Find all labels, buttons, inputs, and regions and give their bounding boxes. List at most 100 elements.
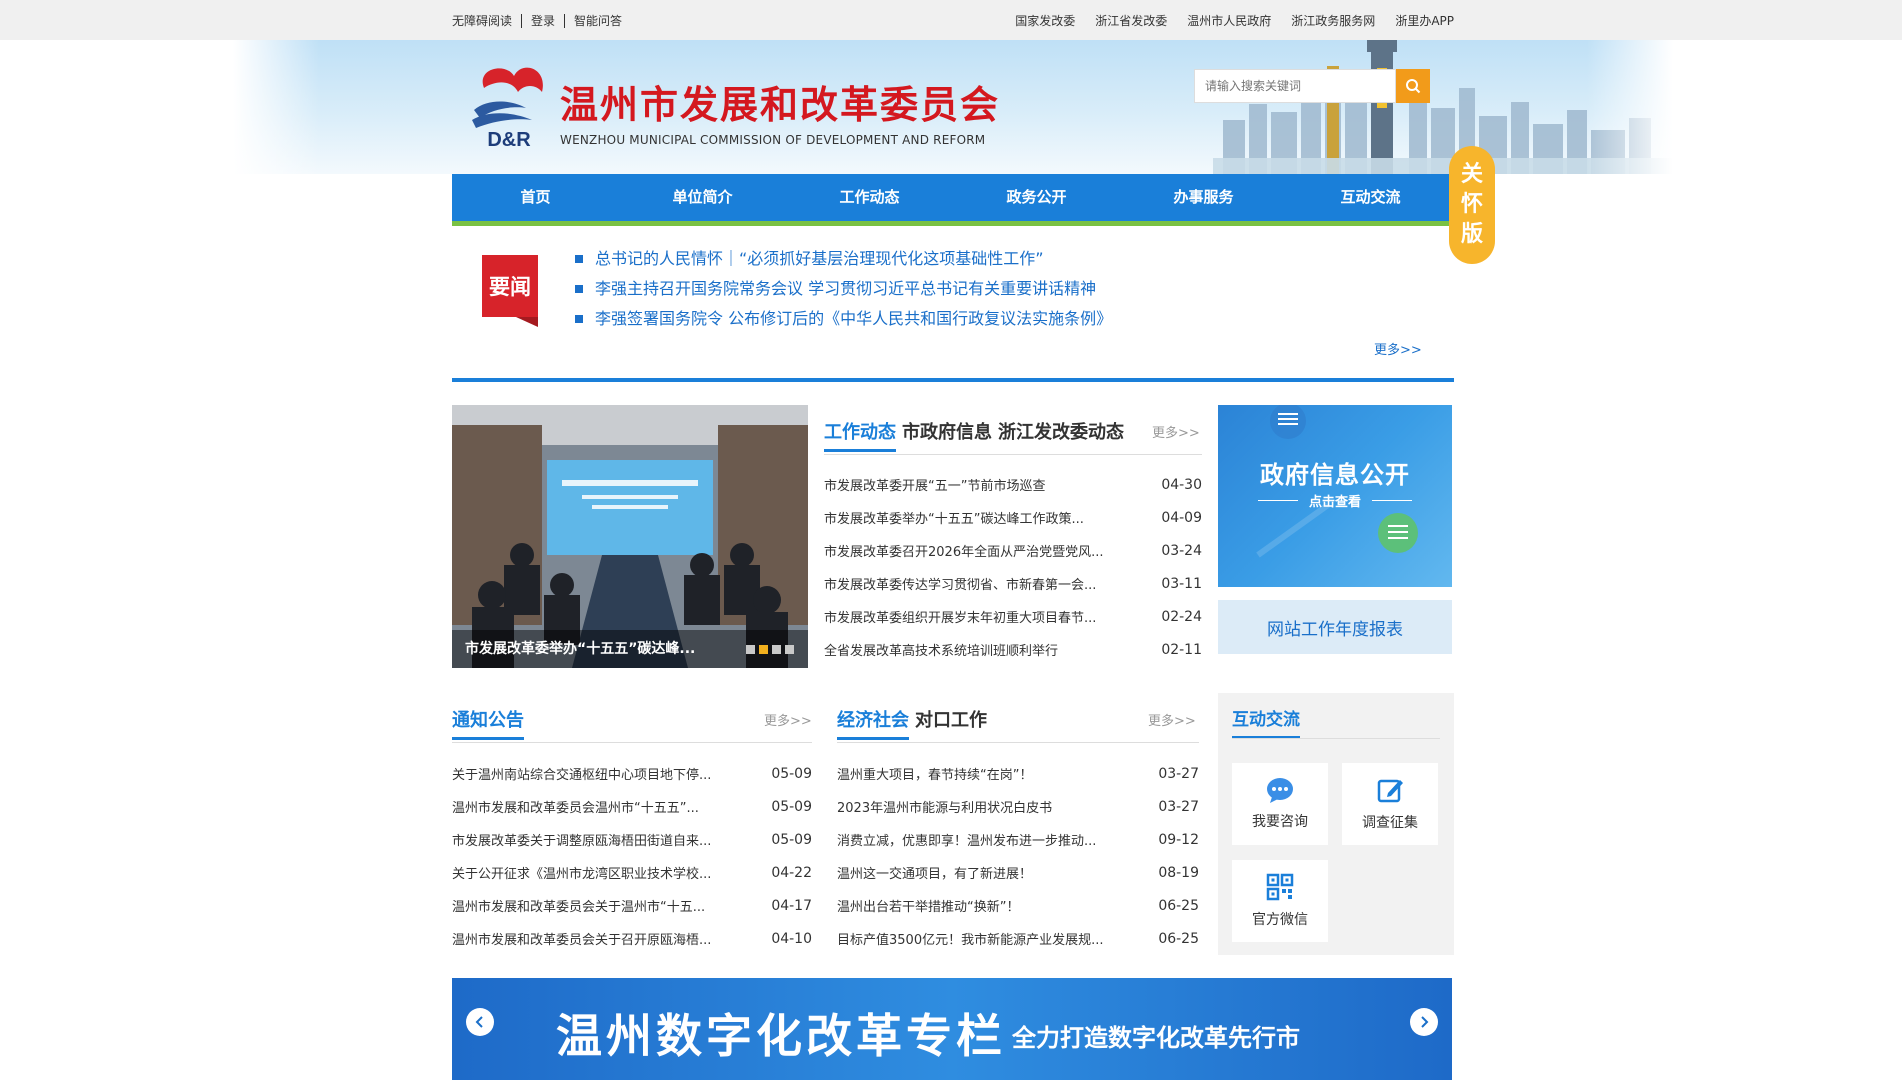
- item-title: 市发展改革委召开2026年全面从严治党暨党风...: [824, 545, 1104, 560]
- list-item[interactable]: 温州出台若干举措推动“换新”！ 06-25: [837, 889, 1199, 922]
- wechat-label: 官方微信: [1252, 912, 1308, 928]
- item-date: 06-25: [1158, 930, 1199, 947]
- economy-list: 温州重大项目，春节持续“在岗”！ 03-27 2023年温州市能源与利用状况白皮书…: [837, 757, 1199, 955]
- list-item[interactable]: 温州市发展和改革委员会温州市“十五五”... 05-09: [452, 790, 812, 823]
- list-item[interactable]: 市发展改革委召开2026年全面从严治党暨党风... 03-24: [824, 534, 1202, 567]
- notice-more-link[interactable]: 更多>>: [764, 710, 812, 729]
- accessible-reading-link[interactable]: 无障碍阅读: [452, 12, 512, 29]
- slide-dot-active[interactable]: [759, 645, 768, 654]
- gov-info-title: 政府信息公开: [1260, 461, 1410, 489]
- work-news-list: 市发展改革委开展“五一”节前市场巡查 04-30 市发展改革委举办“十五五”碳达峰…: [824, 468, 1202, 666]
- care-mode-char: 版: [1460, 222, 1483, 247]
- list-item[interactable]: 市发展改革委传达学习贯彻省、市新春第一会... 03-11: [824, 567, 1202, 600]
- headline-item[interactable]: 总书记的人民情怀｜“必须抓好基层治理现代化这项基础性工作”: [575, 244, 1112, 274]
- list-item[interactable]: 关于温州南站综合交通枢纽中心项目地下停... 05-09: [452, 757, 812, 790]
- nav-home[interactable]: 首页: [452, 174, 619, 221]
- tab-zhejiang-drc-news[interactable]: 浙江发改委动态: [998, 418, 1124, 452]
- item-title: 温州这一交通项目，有了新进展！: [837, 867, 1033, 882]
- zhejiang-service-link[interactable]: 浙江政务服务网: [1291, 12, 1375, 29]
- nav-services[interactable]: 办事服务: [1120, 174, 1287, 221]
- slide-dot[interactable]: [746, 645, 755, 654]
- search-icon: [1406, 79, 1421, 94]
- item-date: 03-11: [1161, 575, 1202, 592]
- item-date: 05-09: [771, 831, 812, 848]
- list-item[interactable]: 温州重大项目，春节持续“在岗”！ 03-27: [837, 757, 1199, 790]
- headline-item[interactable]: 李强签署国务院令 公布修订后的《中华人民共和国行政复议法实施条例》: [575, 304, 1112, 334]
- wechat-card[interactable]: 官方微信: [1232, 860, 1328, 942]
- item-title: 2023年温州市能源与利用状况白皮书: [837, 801, 1053, 816]
- item-title: 市发展改革委关于调整原瓯海梧田街道自来...: [452, 834, 712, 849]
- nav-work-news[interactable]: 工作动态: [786, 174, 953, 221]
- zheliban-app-link[interactable]: 浙里办APP: [1395, 12, 1454, 29]
- zhejiang-drc-link[interactable]: 浙江省发改委: [1095, 12, 1167, 29]
- item-title: 关于公开征求《温州市龙湾区职业技术学校...: [452, 867, 712, 882]
- list-item[interactable]: 市发展改革委举办“十五五”碳达峰工作政策... 04-09: [824, 501, 1202, 534]
- slideshow-dots: [746, 645, 794, 654]
- tab-underline: [824, 454, 1202, 455]
- headline-item[interactable]: 李强主持召开国务院常务会议 学习贯彻习近平总书记有关重要讲话精神: [575, 274, 1112, 304]
- search-input[interactable]: [1194, 69, 1396, 103]
- annual-report-button[interactable]: 网站工作年度报表: [1218, 600, 1452, 654]
- economy-more-link[interactable]: 更多>>: [1148, 710, 1196, 729]
- top-utility-bar: 无障碍阅读 登录 智能问答 国家发改委 浙江省发改委 温州市人民政府 浙江政务服…: [0, 0, 1902, 40]
- meeting-photo: [452, 405, 808, 668]
- notice-tabs: 通知公告: [452, 706, 530, 740]
- item-date: 04-22: [771, 864, 812, 881]
- tab-underline: [837, 742, 1199, 743]
- work-more-link[interactable]: 更多>>: [1152, 422, 1200, 441]
- dr-logo-icon[interactable]: D&R: [466, 58, 552, 156]
- list-item[interactable]: 2023年温州市能源与利用状况白皮书 03-27: [837, 790, 1199, 823]
- gov-info-public-banner[interactable]: 政府信息公开 点击查看: [1218, 405, 1452, 587]
- search-button[interactable]: [1396, 69, 1430, 103]
- list-item[interactable]: 全省发展改革高技术系统培训班顺利举行 02-11: [824, 633, 1202, 666]
- item-date: 04-17: [771, 897, 812, 914]
- smart-qa-link[interactable]: 智能问答: [574, 12, 622, 29]
- survey-card[interactable]: 调查征集: [1342, 763, 1438, 845]
- care-mode-button[interactable]: 关 怀 版: [1449, 146, 1495, 264]
- banner-next-button[interactable]: [1410, 1008, 1438, 1036]
- item-date: 02-24: [1161, 608, 1202, 625]
- top-left-links: 无障碍阅读 登录 智能问答: [452, 12, 622, 29]
- notice-list: 关于温州南站综合交通枢纽中心项目地下停... 05-09 温州市发展和改革委员会温…: [452, 757, 812, 955]
- headline-more-link[interactable]: 更多>>: [1374, 339, 1422, 358]
- edit-icon: [1377, 779, 1403, 803]
- tab-economy-society[interactable]: 经济社会: [837, 706, 909, 740]
- item-title: 市发展改革委组织开展岁末年初重大项目春节...: [824, 611, 1097, 626]
- login-link[interactable]: 登录: [531, 12, 555, 29]
- tab-notices[interactable]: 通知公告: [452, 706, 524, 740]
- tab-city-gov-info[interactable]: 市政府信息: [902, 418, 992, 452]
- slide-dot[interactable]: [785, 645, 794, 654]
- nav-about[interactable]: 单位简介: [619, 174, 786, 221]
- site-title: 温州市发展和改革委员会: [560, 82, 1001, 127]
- list-item[interactable]: 关于公开征求《温州市龙湾区职业技术学校... 04-22: [452, 856, 812, 889]
- list-item[interactable]: 温州市发展和改革委员会关于召开原瓯海梧... 04-10: [452, 922, 812, 955]
- list-item[interactable]: 消费立减，优惠即享！温州发布进一步推动... 09-12: [837, 823, 1199, 856]
- consult-card[interactable]: 我要咨询: [1232, 763, 1328, 845]
- headline-text: 李强主持召开国务院常务会议 学习贯彻习近平总书记有关重要讲话精神: [595, 279, 1097, 298]
- digital-reform-banner[interactable]: 温州数字化改革专栏 全力打造数字化改革先行市: [452, 978, 1452, 1080]
- photo-slideshow[interactable]: 市发展改革委举办“十五五”碳达峰...: [452, 405, 808, 668]
- tab-paired-work[interactable]: 对口工作: [915, 706, 987, 740]
- nav-gov-affairs[interactable]: 政务公开: [953, 174, 1120, 221]
- headline-text: 李强签署国务院令 公布修订后的《中华人民共和国行政复议法实施条例》: [595, 309, 1113, 328]
- item-title: 温州出台若干举措推动“换新”！: [837, 900, 1020, 915]
- banner-subtitle: 全力打造数字化改革先行市: [1012, 1024, 1300, 1052]
- list-item[interactable]: 市发展改革委开展“五一”节前市场巡查 04-30: [824, 468, 1202, 501]
- list-item[interactable]: 温州这一交通项目，有了新进展！ 08-19: [837, 856, 1199, 889]
- nav-interaction[interactable]: 互动交流: [1287, 174, 1454, 221]
- logo-text: D&R: [487, 129, 531, 151]
- item-date: 08-19: [1158, 864, 1199, 881]
- list-item[interactable]: 市发展改革委组织开展岁末年初重大项目春节... 02-24: [824, 600, 1202, 633]
- care-mode-char: 怀: [1460, 192, 1483, 217]
- site-subtitle: WENZHOU MUNICIPAL COMMISSION OF DEVELOPM…: [560, 133, 986, 147]
- tab-work-news[interactable]: 工作动态: [824, 418, 896, 452]
- divider: [521, 13, 523, 28]
- list-item[interactable]: 温州市发展和改革委员会关于温州市“十五... 04-17: [452, 889, 812, 922]
- list-item[interactable]: 目标产值3500亿元！我市新能源产业发展规... 06-25: [837, 922, 1199, 955]
- slide-dot[interactable]: [772, 645, 781, 654]
- list-item[interactable]: 市发展改革委关于调整原瓯海梧田街道自来... 05-09: [452, 823, 812, 856]
- ndrc-link[interactable]: 国家发改委: [1015, 12, 1075, 29]
- wenzhou-gov-link[interactable]: 温州市人民政府: [1187, 12, 1271, 29]
- banner-prev-button[interactable]: [466, 1008, 494, 1036]
- gov-info-subtitle: 点击查看: [1308, 495, 1361, 510]
